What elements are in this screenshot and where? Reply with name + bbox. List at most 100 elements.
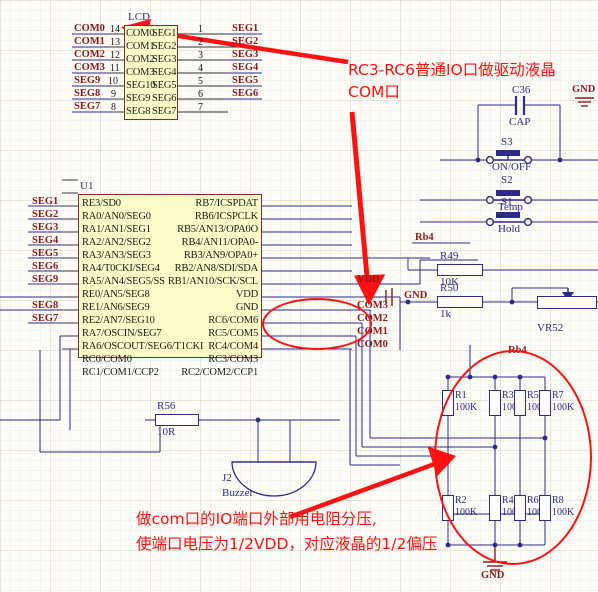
u1-pin-right-11: RC4/COM4 <box>208 341 258 352</box>
lcd-pin-right-5: SEG6 <box>152 93 177 104</box>
r49-refdes: R49 <box>440 250 459 262</box>
gnd-label-cap: GND <box>404 290 428 301</box>
u1-net-left-0: SEG1 <box>32 196 59 207</box>
u1-net-left-5: SEG6 <box>32 261 59 272</box>
s3-refdes: S3 <box>501 136 513 148</box>
lcd-pinnum-right-5: 6 <box>198 89 203 100</box>
u1-net-left-6: SEG9 <box>32 274 59 285</box>
lcd-net-right-3: SEG4 <box>232 62 259 73</box>
u1-pin-left-3: RA2/AN2/SEG2 <box>82 237 151 248</box>
annotation-top-line2: COM口 <box>348 83 400 101</box>
capacitor-c36-symbol <box>514 96 526 115</box>
r50-refdes: R50 <box>440 282 459 294</box>
highlight-ellipse-com-pins <box>262 298 372 350</box>
u1-net-left-2: SEG3 <box>32 222 59 233</box>
lcd-net-left-2: COM2 <box>74 49 105 60</box>
u1-pin-left-9: RE2/AN7/SEG10 <box>82 315 155 326</box>
u1-refdes: U1 <box>80 180 94 192</box>
c36-refdes: C36 <box>512 84 531 96</box>
u1-pin-right-3: RB4/AN11/OPA0- <box>181 237 259 248</box>
annotation-arrow-middle <box>349 111 386 306</box>
u1-pin-right-5: RB2/AN8/SDI/SDA <box>174 263 259 274</box>
u1-pin-right-0: RB7/ICSPDAT <box>195 198 258 209</box>
u1-pin-left-6: RA5/AN4/SEG5/SS <box>82 276 165 287</box>
r50-value: 1k <box>440 308 451 320</box>
annotation-arrow-bottom <box>289 446 457 520</box>
lcd-net-right-4: SEG5 <box>232 75 259 86</box>
u1-pin-left-7: RE0/AN5/SEG8 <box>82 289 150 300</box>
u1-pin-left-10: RA7/OSCIN/SEG7 <box>82 328 162 339</box>
gnd-symbol-right <box>575 97 594 107</box>
lcd-net-left-6: SEG7 <box>74 101 101 112</box>
lcd-pin-left-5: SEG9 <box>126 93 151 104</box>
lcd-net-left-5: SEG8 <box>74 88 101 99</box>
u1-pin-right-1: RB6/ICSPCLK <box>194 211 258 222</box>
vr52-refdes: VR52 <box>537 322 564 334</box>
r56-refdes: R56 <box>157 400 176 412</box>
u1-pin-right-2: RB5/AN13/OPA0O <box>177 224 258 235</box>
lcd-pinnum-left-0: 14 <box>110 24 120 35</box>
gnd-label-right: GND <box>572 84 596 95</box>
u1-net-right-7: VDD <box>357 274 380 285</box>
u1-pin-right-10: RC5/COM5 <box>208 328 258 339</box>
lcd-pinnum-left-6: 8 <box>111 102 116 113</box>
lcd-pin-right-4: SEG5 <box>152 80 177 91</box>
r50-body[interactable] <box>437 296 483 308</box>
u1-pin-left-1: RA0/AN0/SEG0 <box>82 211 151 222</box>
lcd-pinnum-left-2: 12 <box>110 50 120 61</box>
u1-net-left-4: SEG5 <box>32 248 59 259</box>
j2-refdes: J2 <box>222 472 232 484</box>
lcd-net-right-0: SEG1 <box>232 23 259 34</box>
lcd-net-right-2: SEG3 <box>232 49 259 60</box>
lcd-pinnum-right-4: 5 <box>198 76 203 87</box>
u1-net-left-9: SEG8 <box>32 300 59 311</box>
u1-net-left-1: SEG2 <box>32 209 59 220</box>
lcd-pinnum-right-0: 1 <box>198 24 203 35</box>
u1-pin-left-11: RA6/OSCOUT/SEG6/T1CKI <box>82 341 204 352</box>
lcd-pinnum-left-3: 11 <box>110 63 120 74</box>
s1-refdes: S1 <box>501 196 513 208</box>
lcd-pin-left-0: COM0 <box>126 28 155 39</box>
j2-value: Buzzer <box>222 487 254 499</box>
lcd-net-right-1: SEG2 <box>232 36 259 47</box>
u1-net-left-3: SEG4 <box>32 235 59 246</box>
r49-body[interactable] <box>437 264 483 276</box>
lcd-pin-left-3: COM3 <box>126 67 155 78</box>
net-label-rb4-top: Rb4 <box>415 232 434 243</box>
lcd-pinnum-right-3: 4 <box>198 63 203 74</box>
lcd-pin-left-4: SEG10 <box>126 80 156 91</box>
lcd-pin-right-0: SEG1 <box>152 28 177 39</box>
lcd-net-left-1: COM1 <box>74 36 105 47</box>
gnd-label-bottom: GND <box>481 570 505 581</box>
annotation-bottom-line2: 使端口电压为1/2VDD，对应液晶的1/2偏压 <box>136 535 438 553</box>
c36-value: CAP <box>509 116 531 128</box>
s1-label: Hold <box>498 223 520 235</box>
lcd-net-left-4: SEG9 <box>74 75 101 86</box>
s3-label: ON/OFF <box>492 161 532 173</box>
u1-pin-left-4: RA3/AN3/SEG3 <box>82 250 151 261</box>
vr52-body[interactable] <box>537 296 597 309</box>
highlight-ellipse-divider-network <box>434 350 592 565</box>
annotation-top-line1: RC3-RC6普通IO口做驱动液晶 <box>348 61 556 79</box>
lcd-pin-right-6: SEG7 <box>152 106 177 117</box>
lcd-pinnum-right-6: 7 <box>198 102 203 113</box>
u1-pin-left-13: RC1/COM1/CCP2 <box>82 367 159 378</box>
lcd-pin-left-1: COM1 <box>126 41 155 52</box>
lcd-pin-left-2: COM2 <box>126 54 155 65</box>
lcd-net-left-0: COM0 <box>74 23 105 34</box>
u1-pin-right-12: RC3/COM3 <box>208 354 258 365</box>
u1-pin-right-8: GND <box>235 302 258 313</box>
u1-pin-left-12: RC0/COM0 <box>82 354 132 365</box>
u1-pin-right-7: VDD <box>235 289 258 300</box>
lcd-pin-right-1: SEG2 <box>152 41 177 52</box>
lcd-pinnum-right-1: 2 <box>198 37 203 48</box>
u1-pin-left-5: RA4/T0CKI/SEG4 <box>82 263 160 274</box>
lcd-pinnum-left-5: 9 <box>111 89 116 100</box>
lcd-net-right-5: SEG6 <box>232 88 259 99</box>
schematic-canvas: LCD COM0 COM1 COM2 COM3 SEG10 SEG9 SEG8 … <box>0 0 598 592</box>
u1-pin-left-8: RE1/AN6/SEG9 <box>82 302 150 313</box>
lcd-net-left-3: COM3 <box>74 62 105 73</box>
annotation-bottom-line1: 做com口的IO端口外部用电阻分压, <box>136 510 377 528</box>
r56-body[interactable] <box>155 414 199 426</box>
u1-net-right-12: COM0 <box>357 339 388 350</box>
